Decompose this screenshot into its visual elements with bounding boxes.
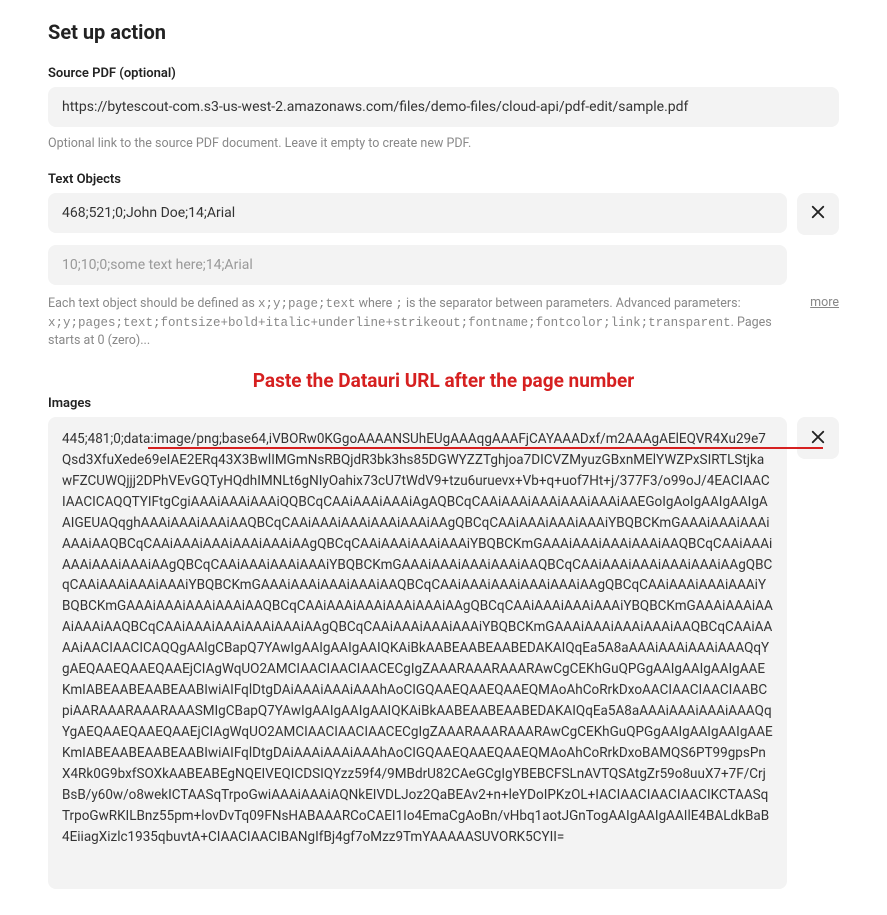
remove-image-button[interactable] [797, 417, 839, 459]
text-objects-more-link[interactable]: more [810, 295, 839, 310]
source-pdf-section: Source PDF (optional) Optional link to t… [48, 66, 839, 154]
remove-text-object-button[interactable] [797, 193, 839, 235]
text-objects-label: Text Objects [48, 172, 839, 187]
source-pdf-label: Source PDF (optional) [48, 66, 839, 81]
source-pdf-help: Optional link to the source PDF document… [48, 135, 839, 154]
images-section: Images [48, 396, 839, 893]
text-objects-input[interactable] [48, 193, 787, 233]
images-textarea[interactable] [48, 417, 787, 889]
images-label: Images [48, 396, 839, 411]
source-pdf-input[interactable] [48, 87, 839, 127]
close-icon [809, 428, 827, 449]
page-title: Set up action [48, 20, 839, 44]
text-objects-placeholder-row[interactable]: 10;10;0;some text here;14;Arial [48, 245, 787, 285]
annotation-overlay: Paste the Datauri URL after the page num… [48, 369, 839, 392]
text-objects-section: Text Objects 10;10;0;some text here;14;A… [48, 172, 839, 351]
close-icon [809, 203, 827, 224]
text-objects-help: Each text object should be defined as x;… [48, 295, 790, 351]
